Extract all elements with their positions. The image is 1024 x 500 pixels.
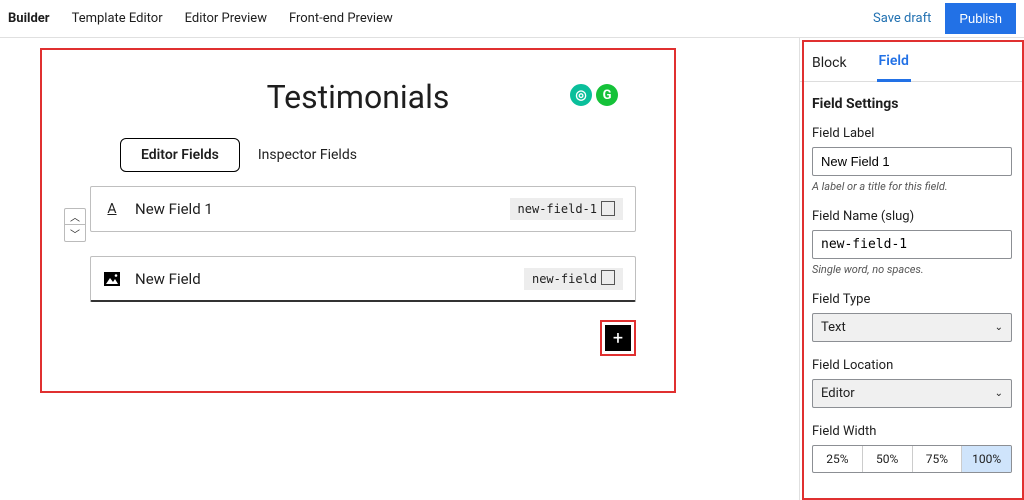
copy-icon[interactable]: [603, 203, 615, 216]
panel-title: Field Settings: [812, 96, 1012, 112]
select-value: Editor: [821, 386, 855, 401]
field-card-slug[interactable]: new-field: [524, 268, 623, 290]
canvas-wrap: Testimonials ◎ G Editor Fields Inspector…: [0, 38, 799, 500]
field-label-help: A label or a title for this field.: [812, 180, 1012, 193]
move-up-button[interactable]: ︿: [65, 209, 85, 225]
nav-template-editor[interactable]: Template Editor: [72, 11, 163, 26]
annotation-box-add: +: [600, 320, 636, 356]
field-type-label: Field Type: [812, 292, 1012, 307]
field-location-select[interactable]: Editor ⌄: [812, 379, 1012, 408]
nav-editor-preview[interactable]: Editor Preview: [185, 11, 267, 26]
sidebar-tab-block[interactable]: Block: [810, 45, 849, 81]
image-field-icon: [103, 272, 121, 286]
field-name-help: Single word, no spaces.: [812, 263, 1012, 276]
field-name-input[interactable]: [812, 230, 1012, 259]
field-card-label: New Field 1: [135, 200, 213, 218]
width-100[interactable]: 100%: [962, 446, 1011, 472]
field-card[interactable]: New Field new-field: [90, 256, 636, 302]
nav-builder[interactable]: Builder: [8, 11, 50, 26]
top-nav-right: Save draft Publish: [873, 3, 1016, 34]
field-location-label: Field Location: [812, 358, 1012, 373]
width-75[interactable]: 75%: [913, 446, 963, 472]
top-nav-left: Builder Template Editor Editor Preview F…: [8, 11, 393, 26]
field-width-segmented: 25% 50% 75% 100%: [812, 445, 1012, 473]
tab-editor-fields[interactable]: Editor Fields: [120, 138, 240, 172]
width-50[interactable]: 50%: [863, 446, 913, 472]
field-width-label: Field Width: [812, 424, 1012, 439]
sidebar-tab-field[interactable]: Field: [877, 43, 911, 82]
tab-inspector-fields[interactable]: Inspector Fields: [258, 147, 357, 163]
chevron-down-icon: ⌄: [995, 388, 1003, 399]
field-card-label: New Field: [135, 270, 201, 288]
top-nav: Builder Template Editor Editor Preview F…: [0, 0, 1024, 38]
block-title[interactable]: Testimonials: [267, 78, 450, 116]
text-field-icon: A: [103, 201, 121, 217]
field-card[interactable]: A New Field 1 new-field-1: [90, 186, 636, 232]
width-25[interactable]: 25%: [813, 446, 863, 472]
save-draft-link[interactable]: Save draft: [873, 11, 931, 26]
field-reorder-control[interactable]: ︿ ﹀: [64, 208, 86, 242]
publish-button[interactable]: Publish: [945, 3, 1016, 34]
grammarly-icon[interactable]: G: [596, 84, 618, 106]
field-card-slug[interactable]: new-field-1: [510, 198, 623, 220]
nav-frontend-preview[interactable]: Front-end Preview: [289, 11, 393, 26]
field-name-label: Field Name (slug): [812, 209, 1012, 224]
chevron-down-icon: ⌄: [995, 322, 1003, 333]
move-down-button[interactable]: ﹀: [65, 225, 85, 241]
select-value: Text: [821, 320, 846, 335]
assistant-bulb-icon[interactable]: ◎: [570, 84, 592, 106]
block-canvas: Testimonials ◎ G Editor Fields Inspector…: [40, 48, 676, 362]
slug-text: new-field: [532, 272, 597, 286]
field-type-select[interactable]: Text ⌄: [812, 313, 1012, 342]
field-label-label: Field Label: [812, 126, 1012, 141]
title-extension-icons: ◎ G: [570, 84, 618, 106]
field-label-input[interactable]: [812, 147, 1012, 176]
add-field-button[interactable]: +: [605, 325, 631, 351]
copy-icon[interactable]: [603, 272, 615, 285]
slug-text: new-field-1: [518, 202, 597, 216]
settings-sidebar: Block Field Field Settings Field Label A…: [799, 38, 1024, 500]
